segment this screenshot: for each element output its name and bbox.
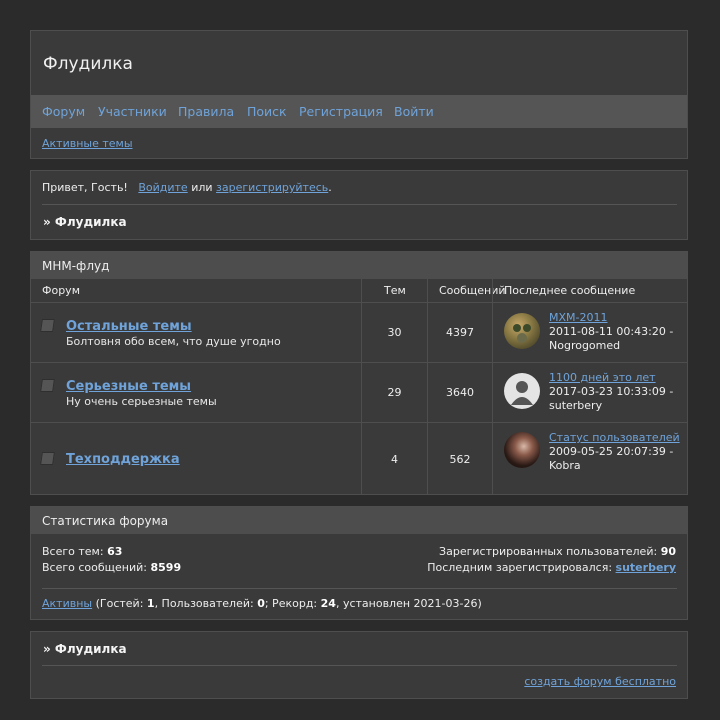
welcome-line: Привет, Гость! Войдите или зарегистрируй… bbox=[42, 181, 332, 194]
last-registered-label: Последним зарегистрировался: bbox=[427, 561, 613, 574]
total-topics: Всего тем: 63 bbox=[42, 545, 122, 558]
forum-title-link[interactable]: Серьезные темы bbox=[66, 379, 191, 394]
members-label: , Пользователей: bbox=[154, 597, 254, 610]
category-header: МНМ-флуд bbox=[31, 252, 687, 279]
category-title: МНМ-флуд bbox=[42, 259, 110, 273]
welcome-box: Привет, Гость! Войдите или зарегистрируй… bbox=[30, 170, 688, 240]
last-registered: Последним зарегистрировался: suterbery bbox=[427, 561, 676, 574]
last-post-info: МХМ-2011 2011-08-11 00:43:20 - Nogrogome… bbox=[549, 311, 684, 353]
footer-breadcrumb: » Флудилка bbox=[43, 642, 127, 656]
main-nav: Форум Участники Правила Поиск Регистраци… bbox=[31, 95, 687, 128]
total-topics-label: Всего тем: bbox=[42, 545, 104, 558]
active-topics-link[interactable]: Активные темы bbox=[42, 137, 133, 150]
forum-row: Серьезные темы Ну очень серьезные темы 2… bbox=[31, 362, 687, 423]
registered-users-value: 90 bbox=[660, 545, 676, 558]
nav-login[interactable]: Войти bbox=[394, 104, 434, 119]
forum-status-icon bbox=[40, 379, 55, 392]
register-link[interactable]: зарегистрируйтесь bbox=[216, 181, 328, 194]
forum-description: Ну очень серьезные темы bbox=[66, 395, 217, 408]
last-registered-user-link[interactable]: suterbery bbox=[616, 561, 676, 574]
forum-header: Флудилка Форум Участники Правила Поиск Р… bbox=[30, 30, 688, 159]
nav-members[interactable]: Участники bbox=[98, 104, 167, 119]
avatar bbox=[504, 313, 540, 349]
or-text: или bbox=[191, 181, 213, 194]
registered-users-label: Зарегистрированных пользователей: bbox=[439, 545, 658, 558]
nav-forum[interactable]: Форум bbox=[42, 104, 85, 119]
create-forum-link[interactable]: создать форум бесплатно bbox=[524, 675, 676, 688]
topic-count: 29 bbox=[387, 386, 402, 399]
last-post-author: Nogrogomed bbox=[549, 339, 621, 352]
last-post-author: Kobra bbox=[549, 459, 581, 472]
guests-label: (Гостей: bbox=[95, 597, 144, 610]
last-post-author: suterbery bbox=[549, 399, 603, 412]
record-label: ; Рекорд: bbox=[264, 597, 318, 610]
avatar bbox=[504, 432, 540, 468]
stats-title: Статистика форума bbox=[42, 514, 169, 528]
dot-text: . bbox=[328, 181, 332, 194]
last-post-info: Статус пользователей 2009-05-25 20:07:39… bbox=[549, 431, 684, 473]
total-posts-value: 8599 bbox=[150, 561, 182, 574]
last-post-time: 2011-08-11 00:43:20 - bbox=[549, 325, 674, 338]
members-value: 0 bbox=[257, 597, 265, 610]
online-line: Активны (Гостей: 1, Пользователей: 0; Ре… bbox=[42, 597, 482, 610]
last-post-link[interactable]: 1100 дней это лет bbox=[549, 371, 656, 384]
post-count: 3640 bbox=[446, 386, 474, 399]
record-date: , установлен 2021-03-26) bbox=[335, 597, 482, 610]
nav-rules[interactable]: Правила bbox=[178, 104, 234, 119]
last-post-time: 2009-05-25 20:07:39 - bbox=[549, 445, 674, 458]
stats-header: Статистика форума bbox=[31, 507, 687, 534]
divider bbox=[42, 588, 677, 589]
login-link[interactable]: Войдите bbox=[138, 181, 187, 194]
guests-value: 1 bbox=[146, 597, 155, 610]
post-count: 4397 bbox=[446, 326, 474, 339]
site-title: Флудилка bbox=[43, 54, 133, 74]
footer-box: » Флудилка создать форум бесплатно bbox=[30, 631, 688, 699]
nav-search[interactable]: Поиск bbox=[247, 104, 287, 119]
post-count: 562 bbox=[449, 453, 471, 466]
total-posts-label: Всего сообщений: bbox=[42, 561, 147, 574]
avatar bbox=[504, 373, 540, 409]
forum-title-link[interactable]: Остальные темы bbox=[66, 319, 192, 334]
forum-status-icon bbox=[40, 452, 55, 465]
forum-stats: Статистика форума Всего тем: 63 Всего со… bbox=[30, 506, 688, 620]
topic-count: 30 bbox=[387, 326, 402, 339]
forum-list: МНМ-флуд Форум Тем Сообщений Последнее с… bbox=[30, 251, 688, 495]
registered-users: Зарегистрированных пользователей: 90 bbox=[439, 545, 676, 558]
forum-row: Техподдержка 4 562 Статус пользователей … bbox=[31, 422, 687, 496]
total-topics-value: 63 bbox=[107, 545, 123, 558]
default-user-icon bbox=[511, 381, 533, 405]
gasmask-avatar-icon bbox=[513, 324, 531, 343]
last-post-info: 1100 дней это лет 2017-03-23 10:33:09 - … bbox=[549, 371, 684, 413]
total-posts: Всего сообщений: 8599 bbox=[42, 561, 181, 574]
record-value: 24 bbox=[320, 597, 336, 610]
last-post-link[interactable]: МХМ-2011 bbox=[549, 311, 607, 324]
forum-status-icon bbox=[40, 319, 55, 332]
greeting-text: Привет, Гость! bbox=[42, 181, 128, 194]
breadcrumb: » Флудилка bbox=[43, 215, 127, 229]
forum-row: Остальные темы Болтовня обо всем, что ду… bbox=[31, 302, 687, 363]
last-post-link[interactable]: Статус пользователей bbox=[549, 431, 680, 444]
divider bbox=[42, 665, 677, 666]
active-users-link[interactable]: Активны bbox=[42, 597, 92, 610]
last-post-time: 2017-03-23 10:33:09 - bbox=[549, 385, 674, 398]
topic-count: 4 bbox=[391, 453, 398, 466]
forum-description: Болтовня обо всем, что душе угодно bbox=[66, 335, 281, 348]
nav-register[interactable]: Регистрация bbox=[299, 104, 383, 119]
forum-title-link[interactable]: Техподдержка bbox=[66, 452, 180, 467]
divider bbox=[42, 204, 677, 205]
